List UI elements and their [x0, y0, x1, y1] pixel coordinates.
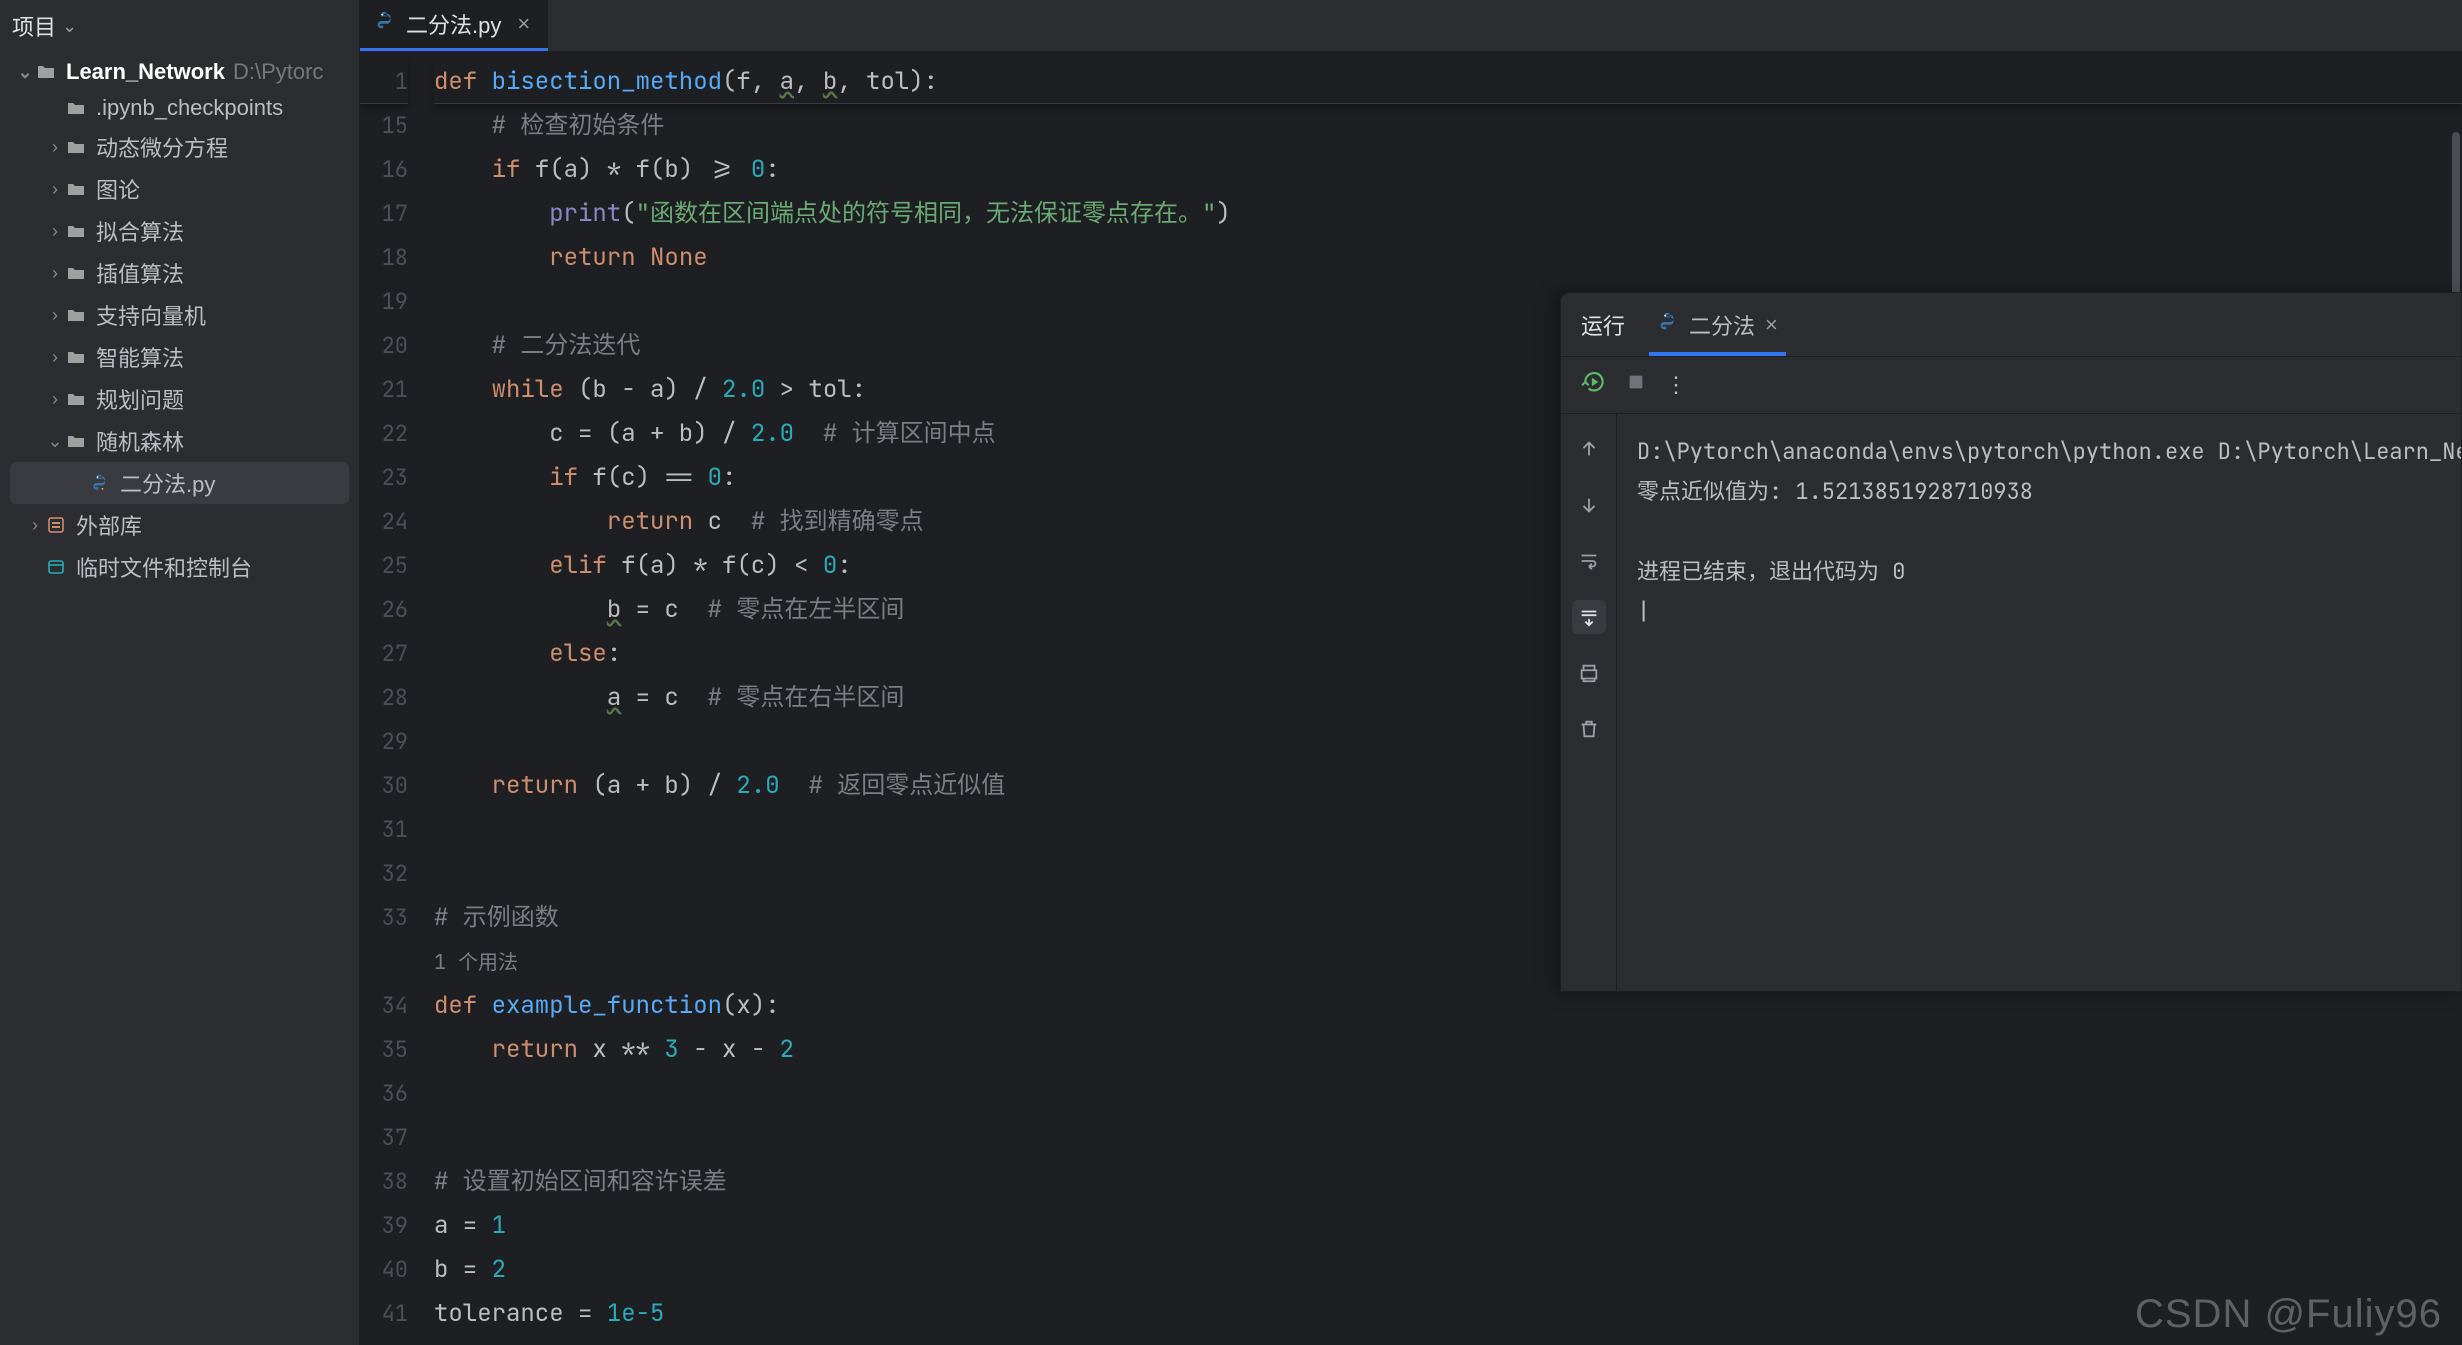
tree-file-python[interactable]: 二分法.py — [10, 462, 349, 504]
folder-icon — [66, 263, 86, 283]
close-icon[interactable]: × — [517, 11, 530, 37]
run-config-name: 二分法 — [1689, 309, 1755, 341]
folder-icon — [66, 305, 86, 325]
console-output[interactable]: D:\Pytorch\anaconda\envs\pytorch\python.… — [1617, 414, 2461, 991]
tree-item-label: 规划问题 — [96, 383, 184, 415]
tree-item-label: 插值算法 — [96, 257, 184, 289]
print-icon[interactable] — [1572, 656, 1606, 690]
watermark-text: CSDN @Fuliy96 — [2135, 1292, 2442, 1337]
run-config-tab[interactable]: 二分法 × — [1649, 293, 1786, 356]
tree-item-label: 随机森林 — [96, 425, 184, 457]
tree-item-label: 动态微分方程 — [96, 131, 228, 163]
tree-folder[interactable]: .ipynb_checkpoints — [0, 90, 359, 126]
python-file-icon — [90, 473, 110, 493]
folder-icon — [66, 137, 86, 157]
close-icon[interactable]: × — [1765, 312, 1778, 338]
external-libraries-label: 外部库 — [76, 509, 142, 541]
chevron-down-icon: ⌄ — [62, 16, 77, 37]
stop-icon[interactable] — [1625, 371, 1647, 399]
editor-tab-active[interactable]: 二分法.py × — [360, 0, 548, 51]
chevron-down-icon[interactable]: ⌄ — [44, 431, 66, 452]
editor-tab-filename: 二分法.py — [406, 8, 501, 40]
line-number-gutter: 1151617181920212223242526272829303132333… — [360, 52, 420, 1345]
scratch-icon — [46, 557, 66, 577]
tree-folder[interactable]: › 图论 — [0, 168, 359, 210]
chevron-right-icon[interactable]: › — [44, 179, 66, 200]
project-root-path: D:\Pytorc — [233, 59, 323, 85]
library-icon — [46, 515, 66, 535]
arrow-down-icon[interactable] — [1572, 488, 1606, 522]
tree-folder[interactable]: › 动态微分方程 — [0, 126, 359, 168]
trash-icon[interactable] — [1572, 712, 1606, 746]
run-panel-title: 运行 — [1581, 309, 1625, 341]
rerun-icon[interactable] — [1581, 369, 1607, 401]
project-root[interactable]: ⌄ Learn_Network D:\Pytorc — [0, 54, 359, 90]
tree-item-label: 支持向量机 — [96, 299, 206, 331]
folder-icon — [66, 347, 86, 367]
tree-folder[interactable]: ⌄ 随机森林 — [0, 420, 359, 462]
chevron-right-icon[interactable]: › — [44, 137, 66, 158]
project-tree: ⌄ Learn_Network D:\Pytorc .ipynb_checkpo… — [0, 54, 359, 1345]
sidebar-header[interactable]: 项目 ⌄ — [0, 0, 359, 54]
scratches-consoles[interactable]: 临时文件和控制台 — [0, 546, 359, 588]
scroll-to-end-icon[interactable] — [1572, 600, 1606, 634]
scrollbar-thumb[interactable] — [2452, 132, 2460, 312]
chevron-down-icon[interactable]: ⌄ — [14, 62, 36, 83]
folder-icon — [66, 98, 86, 118]
tree-item-label: .ipynb_checkpoints — [96, 95, 283, 121]
scratches-label: 临时文件和控制台 — [76, 551, 252, 583]
folder-icon — [66, 389, 86, 409]
chevron-right-icon[interactable]: › — [44, 347, 66, 368]
arrow-up-icon[interactable] — [1572, 432, 1606, 466]
tree-folder[interactable]: › 智能算法 — [0, 336, 359, 378]
tree-item-label: 二分法.py — [120, 467, 215, 499]
tree-folder[interactable]: › 拟合算法 — [0, 210, 359, 252]
chevron-right-icon[interactable]: › — [24, 515, 46, 536]
tree-item-label: 拟合算法 — [96, 215, 184, 247]
tree-item-label: 智能算法 — [96, 341, 184, 373]
chevron-right-icon[interactable]: › — [44, 263, 66, 284]
chevron-right-icon[interactable]: › — [44, 389, 66, 410]
project-sidebar: 项目 ⌄ ⌄ Learn_Network D:\Pytorc .ipynb_ch… — [0, 0, 360, 1345]
project-tool-title: 项目 — [12, 10, 56, 42]
chevron-right-icon[interactable]: › — [44, 305, 66, 326]
folder-icon — [66, 221, 86, 241]
folder-icon — [66, 179, 86, 199]
more-icon[interactable]: ⋮ — [1665, 372, 1687, 398]
tree-item-label: 图论 — [96, 173, 140, 205]
main-area: 二分法.py × 1151617181920212223242526272829… — [360, 0, 2462, 1345]
python-file-icon — [1657, 311, 1679, 339]
tree-folder[interactable]: › 支持向量机 — [0, 294, 359, 336]
folder-icon — [36, 62, 56, 82]
chevron-right-icon[interactable]: › — [44, 221, 66, 242]
external-libraries[interactable]: › 外部库 — [0, 504, 359, 546]
tree-folder[interactable]: › 插值算法 — [0, 252, 359, 294]
run-panel-tabs: 运行 二分法 × — [1561, 293, 2461, 357]
python-file-icon — [374, 10, 396, 38]
folder-icon — [66, 431, 86, 451]
soft-wrap-icon[interactable] — [1572, 544, 1606, 578]
run-tool-window: 运行 二分法 × ⋮ D:\P — [1560, 292, 2462, 992]
editor-tabs: 二分法.py × — [360, 0, 2462, 52]
run-side-toolbar — [1561, 414, 1617, 991]
tree-folder[interactable]: › 规划问题 — [0, 378, 359, 420]
project-root-name: Learn_Network — [66, 59, 225, 85]
